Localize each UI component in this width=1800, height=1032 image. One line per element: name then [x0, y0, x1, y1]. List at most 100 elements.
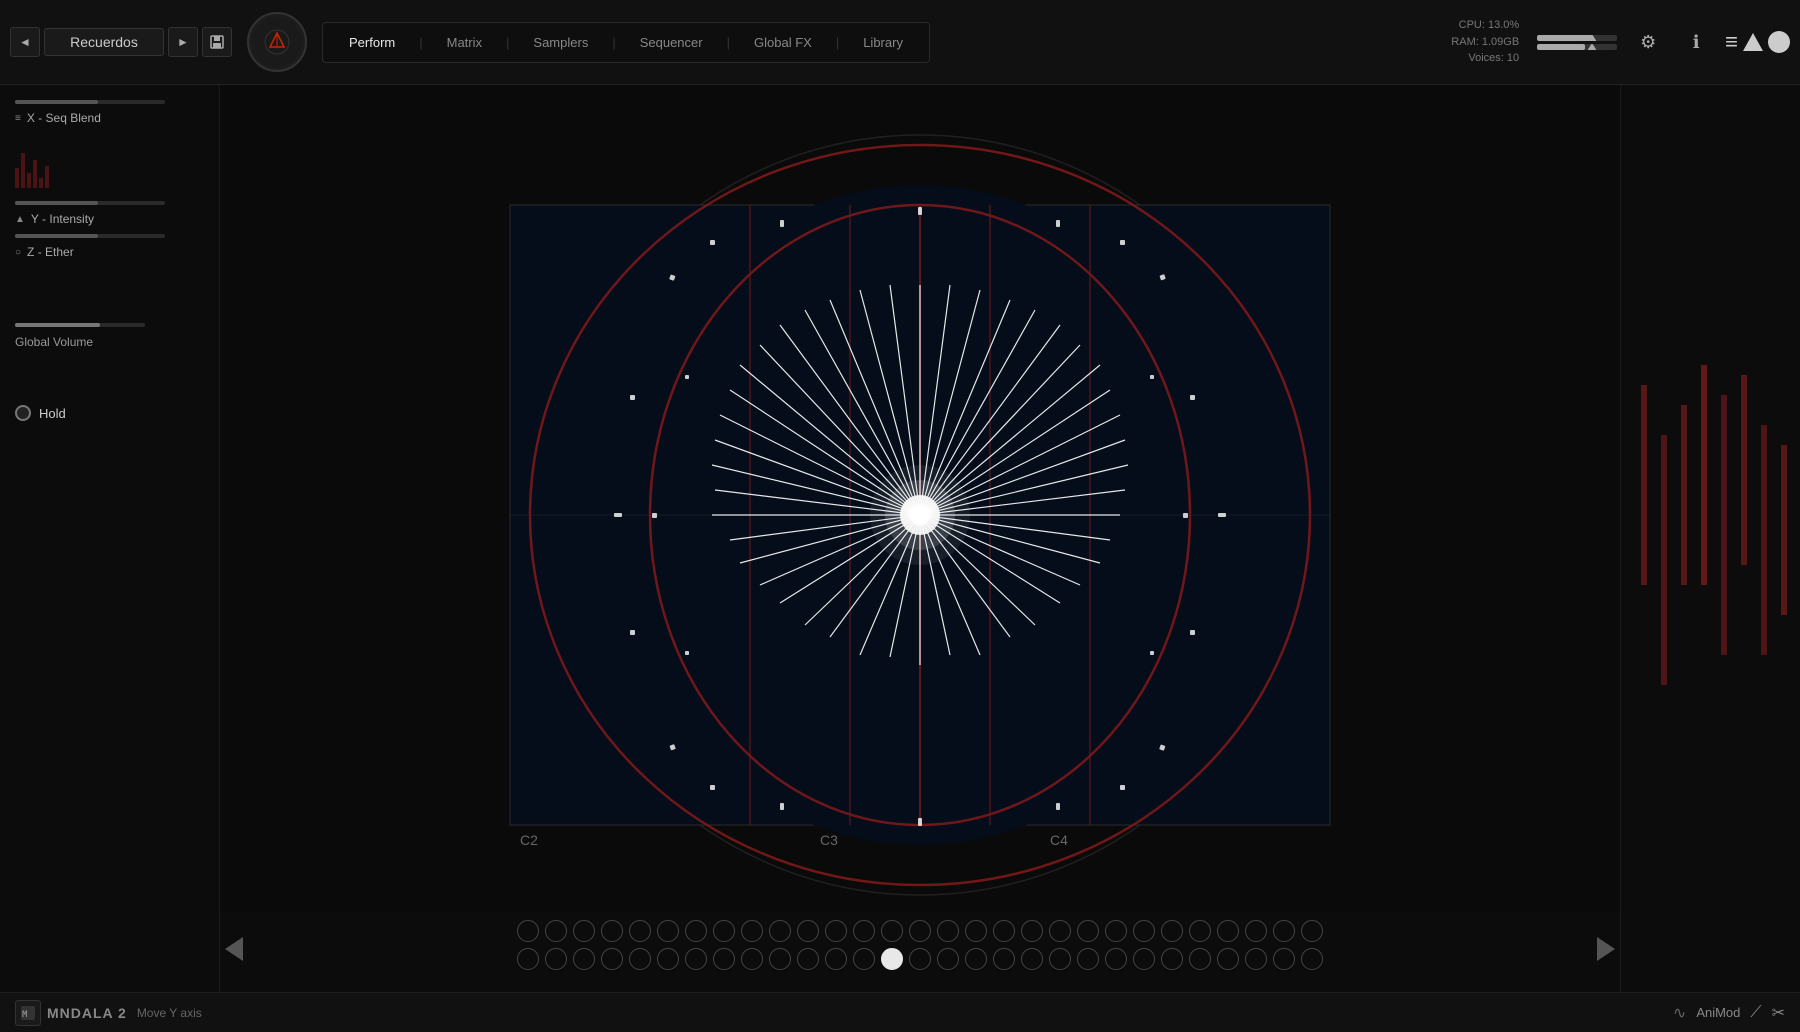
ether-slider[interactable]	[15, 234, 165, 238]
piano-dot-r1-11[interactable]	[797, 920, 819, 942]
sep3: |	[610, 35, 617, 50]
piano-dot-r1-7[interactable]	[685, 920, 707, 942]
piano-dot-r2-15[interactable]	[909, 948, 931, 970]
seq-blend-slider[interactable]	[15, 100, 165, 104]
piano-dot-r2-8[interactable]	[713, 948, 735, 970]
piano-dot-r1-27[interactable]	[1245, 920, 1267, 942]
piano-dot-r2-25[interactable]	[1189, 948, 1211, 970]
piano-dot-r1-28[interactable]	[1273, 920, 1295, 942]
piano-dot-r2-19[interactable]	[1021, 948, 1043, 970]
piano-dot-r1-24[interactable]	[1161, 920, 1183, 942]
piano-dot-r2-5[interactable]	[629, 948, 651, 970]
piano-dot-r1-5[interactable]	[629, 920, 651, 942]
hold-button[interactable]	[15, 405, 31, 421]
piano-dot-r1-12[interactable]	[825, 920, 847, 942]
info-button[interactable]: ℹ	[1679, 25, 1713, 59]
piano-dot-r1-4[interactable]	[601, 920, 623, 942]
piano-dot-r2-9[interactable]	[741, 948, 763, 970]
piano-dot-r1-19[interactable]	[1021, 920, 1043, 942]
piano-dot-r1-2[interactable]	[545, 920, 567, 942]
logo-icons: ≡	[1725, 29, 1790, 55]
piano-dot-r2-26[interactable]	[1217, 948, 1239, 970]
piano-dot-r2-20[interactable]	[1049, 948, 1071, 970]
visualizer-svg: C2 C3 C4	[220, 85, 1620, 992]
preset-name[interactable]: Recuerdos	[44, 28, 164, 56]
piano-dot-r2-6[interactable]	[657, 948, 679, 970]
settings-button[interactable]: ⚙	[1631, 25, 1665, 59]
piano-dot-r1-3[interactable]	[573, 920, 595, 942]
piano-dot-r2-29[interactable]	[1301, 948, 1323, 970]
seq-blend-slider-container	[15, 100, 204, 104]
tab-samplers[interactable]: Samplers	[511, 27, 610, 58]
topbar: ◄ Recuerdos ► Perform | Matrix | Sampler…	[0, 0, 1800, 85]
piano-dot-r2-1[interactable]	[517, 948, 539, 970]
tab-globalfx[interactable]: Global FX	[732, 27, 834, 58]
piano-dot-r1-13[interactable]	[853, 920, 875, 942]
prev-preset-button[interactable]: ◄	[10, 27, 40, 57]
piano-dot-r1-18[interactable]	[993, 920, 1015, 942]
piano-dot-r2-4[interactable]	[601, 948, 623, 970]
seq-blend-icon: ≡	[15, 113, 21, 124]
piano-dot-r1-23[interactable]	[1133, 920, 1155, 942]
meter-bar-2	[1537, 44, 1617, 50]
global-volume-label: Global Volume	[15, 335, 204, 349]
piano-dot-r1-9[interactable]	[741, 920, 763, 942]
piano-dot-r1-1[interactable]	[517, 920, 539, 942]
global-volume-slider[interactable]	[15, 323, 145, 327]
tab-sequencer[interactable]: Sequencer	[618, 27, 725, 58]
piano-dot-r2-16[interactable]	[937, 948, 959, 970]
piano-dot-r2-12[interactable]	[825, 948, 847, 970]
ether-slider-container	[15, 234, 204, 238]
hold-control[interactable]: Hold	[15, 405, 204, 421]
piano-dot-r1-17[interactable]	[965, 920, 987, 942]
main-nav-tabs: Perform | Matrix | Samplers | Sequencer …	[322, 22, 930, 63]
piano-dot-r2-23[interactable]	[1133, 948, 1155, 970]
global-volume-slider-container	[15, 323, 204, 327]
sep1: |	[417, 35, 424, 50]
next-preset-button[interactable]: ►	[168, 27, 198, 57]
piano-dot-r2-2[interactable]	[545, 948, 567, 970]
piano-scroll-left[interactable]	[225, 937, 243, 961]
animod-wave-icon: ∿	[1673, 1003, 1686, 1023]
piano-dot-r1-21[interactable]	[1077, 920, 1099, 942]
brand-logo: M MNDALA 2	[15, 1000, 127, 1026]
piano-dot-r1-10[interactable]	[769, 920, 791, 942]
tab-matrix[interactable]: Matrix	[425, 27, 504, 58]
center-visualizer[interactable]: C2 C3 C4	[220, 85, 1620, 992]
piano-dot-r1-16[interactable]	[937, 920, 959, 942]
piano-dot-r1-6[interactable]	[657, 920, 679, 942]
piano-dot-r2-13[interactable]	[853, 948, 875, 970]
piano-dot-r2-18[interactable]	[993, 948, 1015, 970]
intensity-slider[interactable]	[15, 201, 165, 205]
seq-blend-bars	[15, 138, 204, 188]
piano-dot-r2-3[interactable]	[573, 948, 595, 970]
piano-dot-r2-11[interactable]	[797, 948, 819, 970]
level-meters	[1537, 35, 1617, 50]
piano-dot-r2-10[interactable]	[769, 948, 791, 970]
piano-dot-r2-28[interactable]	[1273, 948, 1295, 970]
tab-perform[interactable]: Perform	[327, 27, 417, 58]
piano-scroll-right[interactable]	[1597, 937, 1615, 961]
bottom-tool-2[interactable]: ✂	[1772, 1003, 1785, 1023]
piano-dot-r1-26[interactable]	[1217, 920, 1239, 942]
piano-dot-r1-8[interactable]	[713, 920, 735, 942]
bottom-tool-1[interactable]: ⟋	[1750, 1004, 1761, 1022]
c4-label: C4	[1050, 832, 1068, 848]
piano-dot-r1-14[interactable]	[881, 920, 903, 942]
piano-dot-r1-15[interactable]	[909, 920, 931, 942]
piano-dot-r2-17[interactable]	[965, 948, 987, 970]
app-logo	[247, 12, 307, 72]
piano-dot-r2-7[interactable]	[685, 948, 707, 970]
tab-library[interactable]: Library	[841, 27, 925, 58]
piano-dot-r1-22[interactable]	[1105, 920, 1127, 942]
piano-dot-r2-22[interactable]	[1105, 948, 1127, 970]
piano-dot-r2-21[interactable]	[1077, 948, 1099, 970]
piano-dot-r1-20[interactable]	[1049, 920, 1071, 942]
save-button[interactable]	[202, 27, 232, 57]
piano-dot-r1-25[interactable]	[1189, 920, 1211, 942]
piano-dot-r2-14-active[interactable]	[881, 948, 903, 970]
piano-dot-r2-24[interactable]	[1161, 948, 1183, 970]
svg-text:M: M	[22, 1010, 28, 1020]
piano-dot-r2-27[interactable]	[1245, 948, 1267, 970]
piano-dot-r1-29[interactable]	[1301, 920, 1323, 942]
